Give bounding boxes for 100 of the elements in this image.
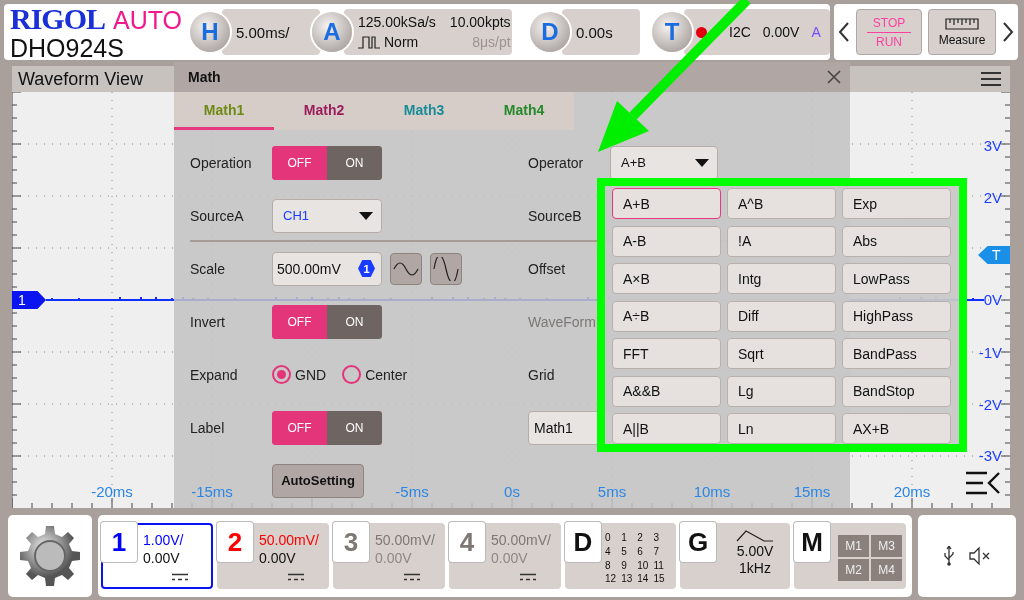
off-on-toggle[interactable]: OFF ON <box>272 145 382 180</box>
menu-option[interactable]: BandStop <box>842 375 951 407</box>
radio-button[interactable] <box>272 365 291 384</box>
dc-coupling-icon <box>287 573 305 581</box>
menu-option[interactable]: Lg <box>727 375 836 407</box>
menu-option[interactable]: BandPass <box>842 338 951 369</box>
menu-option[interactable]: A-B <box>612 225 721 257</box>
digital-channel-number: 11 <box>653 559 665 573</box>
field-label: WaveForm <box>528 313 597 330</box>
channel-offset: 0.00V <box>375 549 413 567</box>
speaker-muted-icon[interactable] <box>969 546 991 566</box>
acquire-key[interactable]: A <box>312 12 352 52</box>
dropdown[interactable]: A+B <box>610 145 718 180</box>
digital-key: D <box>565 522 601 562</box>
model-name: DHO924S <box>10 34 125 62</box>
large-sine-button[interactable] <box>430 252 462 285</box>
channel-number: 4 <box>449 522 485 562</box>
channel-card[interactable]: 3 50.00mV/ 0.00V <box>333 523 445 589</box>
channel-marker[interactable]: 1 <box>12 291 46 309</box>
gear-logo-icon[interactable] <box>18 524 82 588</box>
acquire-mode: Norm <box>384 33 419 52</box>
channel-card[interactable]: 2 50.00mV/ 0.00V <box>217 523 329 589</box>
dropdown[interactable]: CH1 <box>272 198 382 233</box>
generator-card[interactable]: G 5.00V 1kHz <box>680 523 790 589</box>
menu-option[interactable]: Intg <box>727 263 836 294</box>
sample-rate: 125.00kSa/s <box>358 13 436 32</box>
small-sine-button[interactable] <box>390 252 422 285</box>
menu-option[interactable]: LowPass <box>842 263 951 294</box>
channel-card[interactable]: 4 50.00mV/ 0.00V <box>449 523 561 589</box>
menu-option[interactable]: Ln <box>727 413 836 444</box>
menu-option[interactable]: A÷B <box>612 300 721 332</box>
channel-number: 1 <box>101 522 137 562</box>
dialog-title: Math <box>188 69 221 85</box>
menu-option[interactable]: Diff <box>727 300 836 332</box>
mode-label: AUTO <box>113 6 183 34</box>
channel-scale: 50.00mV/ <box>259 531 320 549</box>
time-label: 0s <box>504 483 520 501</box>
generator-key: G <box>680 522 716 562</box>
digital-channel-number: 13 <box>621 573 633 587</box>
delay-panel[interactable]: 0.00s <box>562 9 640 55</box>
digital-channel-number: 2 <box>637 532 644 545</box>
generator-frequency: 1kHz <box>739 560 771 577</box>
digital-channel-number: 10 <box>637 559 649 573</box>
menu-option[interactable]: A||B <box>612 413 721 444</box>
trigger-status-dot <box>696 26 707 38</box>
time-label: 10ms <box>693 483 731 501</box>
menu-option[interactable]: Exp <box>842 188 951 219</box>
brand-logo: RIGOL <box>10 4 106 34</box>
axis-label: 2V <box>983 189 1002 207</box>
auto-setting-button[interactable]: AutoSetting <box>272 463 364 498</box>
digital-channel-number: 4 <box>605 545 612 559</box>
collapse-menu-icon[interactable] <box>965 470 1001 496</box>
dc-coupling-icon <box>403 573 421 581</box>
digital-channel-number: 8 <box>605 559 612 573</box>
menu-option[interactable]: Sqrt <box>727 338 836 369</box>
menu-option[interactable]: FFT <box>612 338 721 369</box>
delay-value: 0.00s <box>576 23 613 41</box>
menu-option[interactable]: A&&B <box>612 375 721 407</box>
timebase-panel[interactable]: 5.00ms/ <box>222 9 320 55</box>
menu-option[interactable]: Abs <box>842 225 951 257</box>
digital-channel-number: 9 <box>621 559 628 573</box>
close-icon[interactable] <box>826 69 842 85</box>
memory-key: M <box>794 522 830 562</box>
channel-card[interactable]: 1 1.00V/ 0.00V <box>101 523 213 589</box>
menu-option[interactable]: A×B <box>612 263 721 294</box>
field-label: Expand <box>190 366 239 383</box>
menu-option[interactable]: !A <box>727 225 836 257</box>
channel-scale: 1.00V/ <box>143 531 185 549</box>
menu-icon[interactable] <box>980 71 1002 87</box>
axis-label: -3V <box>978 447 1002 465</box>
ruler-icon <box>945 17 979 30</box>
sine-wave-icon <box>393 261 419 276</box>
digital-channel-number: 1 <box>621 532 628 545</box>
menu-option[interactable]: A+B <box>612 188 721 219</box>
field-label: Operation <box>190 154 253 171</box>
radio-label: GND <box>295 366 327 383</box>
menu-option[interactable]: AX+B <box>842 413 951 444</box>
time-label: 20ms <box>893 483 931 501</box>
off-on-toggle[interactable]: OFF ON <box>272 410 382 445</box>
scale-input[interactable]: 500.00mV 1 <box>272 251 382 286</box>
view-title: Waveform View <box>18 68 144 90</box>
off-on-toggle[interactable]: OFF ON <box>272 304 382 339</box>
axis-label: 0V <box>983 291 1002 309</box>
channel-badge: 1 <box>358 260 375 277</box>
math-tab[interactable]: Math2 <box>274 92 374 130</box>
digital-card[interactable]: D 0 1 2 3 4 5 6 7 8 9 10 11 12 13 14 15 <box>565 523 676 589</box>
menu-option[interactable]: A^B <box>727 188 836 219</box>
trigger-key[interactable]: T <box>652 12 692 52</box>
acquire-panel[interactable]: 125.00kSa/s 10.00kpts Norm 8μs/pt <box>344 9 512 55</box>
field-label: SourceB <box>528 207 583 224</box>
chevron-right-icon[interactable] <box>1002 22 1014 42</box>
digital-channel-number: 5 <box>621 545 628 559</box>
radio-label: Center <box>365 366 408 383</box>
measure-button[interactable]: Measure <box>928 9 996 55</box>
radio-button[interactable] <box>342 365 362 384</box>
chevron-left-icon[interactable] <box>838 22 850 42</box>
menu-option[interactable]: HighPass <box>842 300 951 332</box>
channel-number: 2 <box>217 522 253 562</box>
axis-label: 3V <box>983 137 1002 155</box>
scale-value: 500.00mV <box>277 260 341 277</box>
